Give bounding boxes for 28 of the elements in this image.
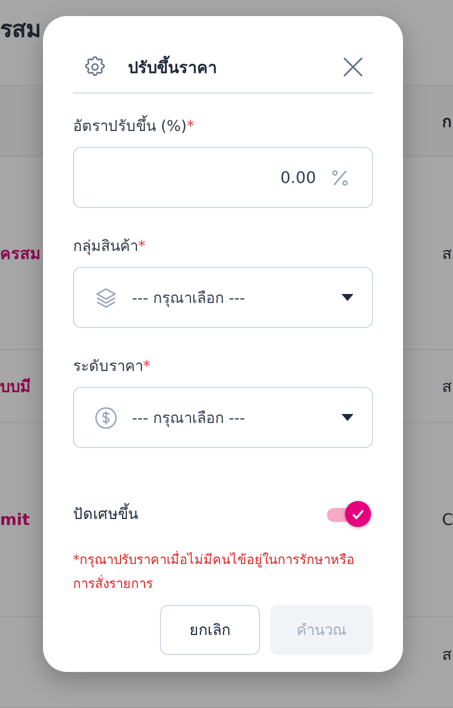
table-cell: ครสม (0, 244, 41, 262)
toggle-label: ปัดเศษขึ้น (73, 502, 138, 525)
table-cell-text: ส (442, 644, 453, 666)
warning-text: *กรุณาปรับราคาเมื่อไม่มีคนไข้อยู่ในการรักษาหรือการสั่งรายการ (73, 549, 373, 597)
layers-icon (94, 286, 118, 310)
table-cell-text: ส (442, 242, 453, 264)
page-title: รสม (0, 16, 41, 44)
column-header: ก (442, 110, 453, 132)
caret-icon (341, 414, 354, 421)
input-field[interactable]: 0.00 (73, 147, 373, 208)
close-button[interactable] (343, 57, 363, 77)
settings-icon (83, 55, 107, 79)
field-label: กลุ่มสินค้า* (73, 236, 146, 258)
table-cell: บบมี (0, 376, 31, 396)
table-cell-text: ส (442, 376, 453, 398)
close-icon (343, 57, 363, 77)
field-label: อัตราปรับขึ้น (%)* (73, 114, 196, 137)
field-label: ระดับราคา* (73, 356, 152, 377)
dollar-icon (94, 406, 118, 430)
dialog-title: ปรับขึ้นราคา (128, 54, 217, 78)
table-cell: mit (0, 510, 30, 529)
table-cell: C (442, 510, 453, 529)
cancel-button[interactable]: ยกเลิก (160, 605, 260, 655)
caret-icon (341, 294, 354, 301)
toggle-switch[interactable] (325, 500, 373, 528)
select-field[interactable]: --- กรุณาเลือก --- (73, 387, 373, 448)
percent-icon (330, 168, 350, 188)
select-field[interactable]: --- กรุณาเลือก --- (73, 267, 373, 328)
